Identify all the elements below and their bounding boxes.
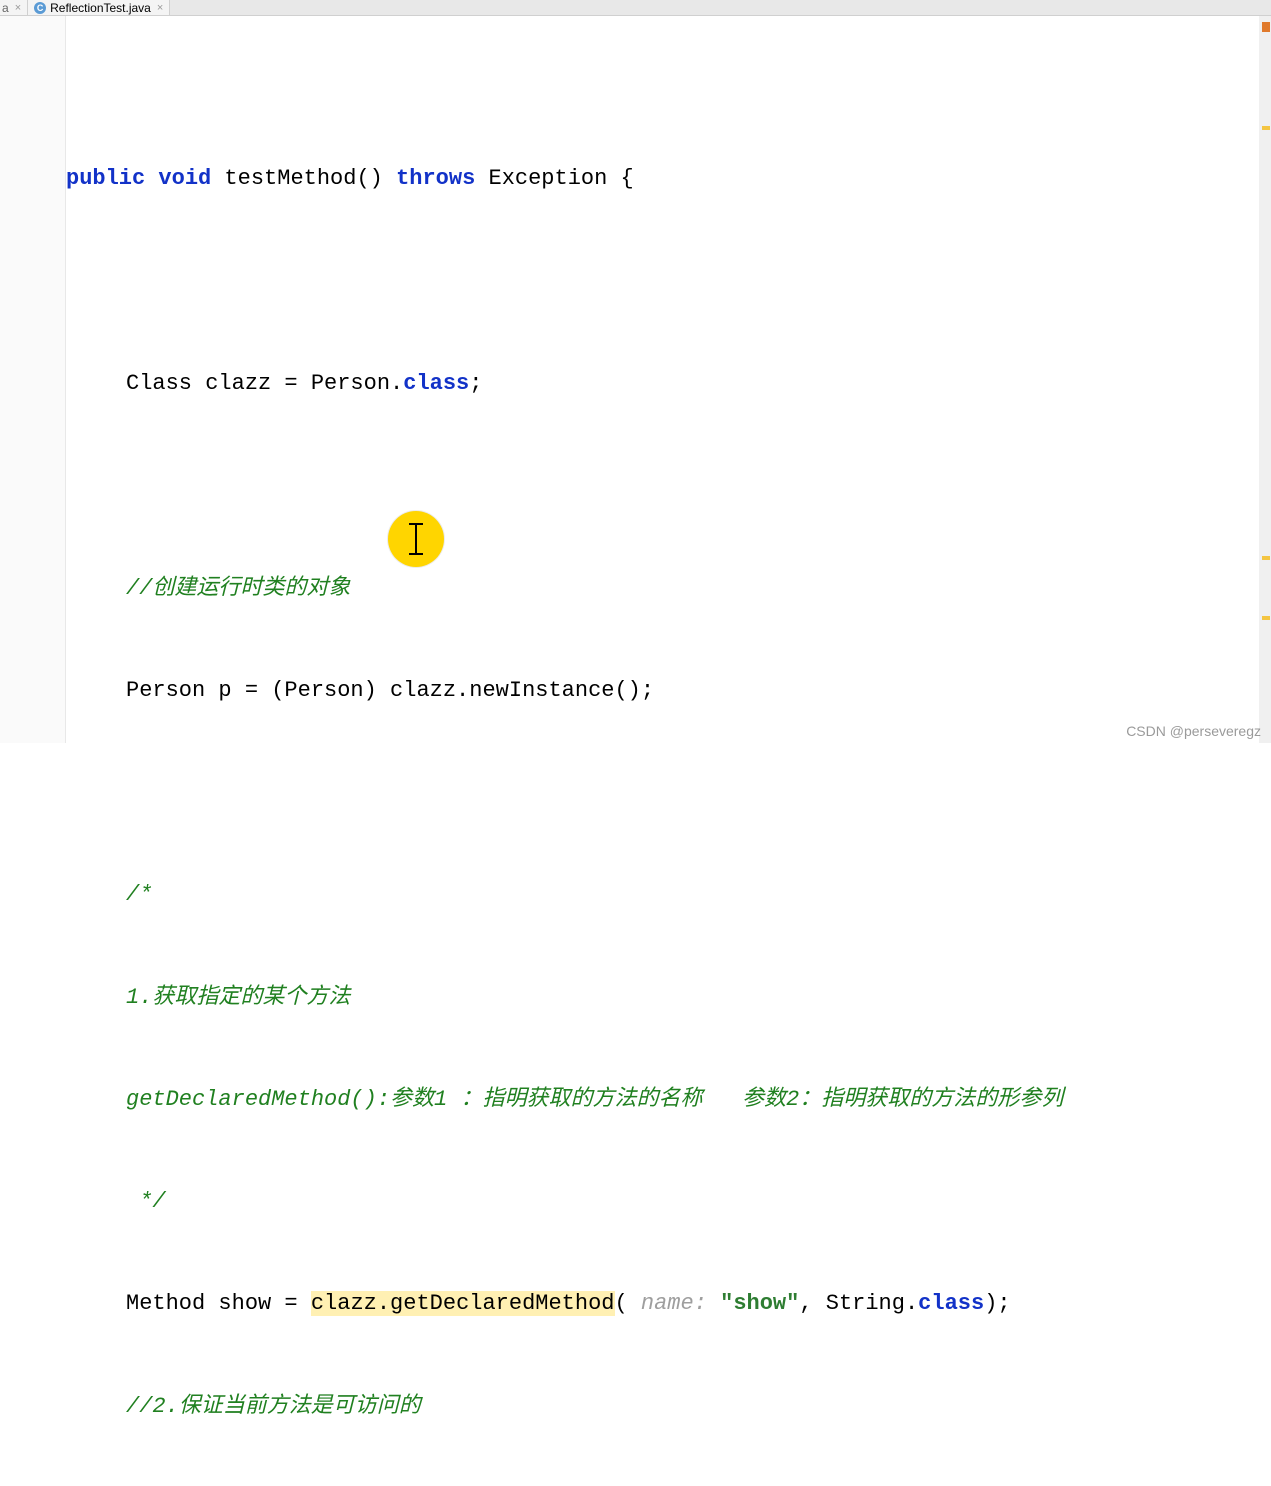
- code-line: Class clazz = Person.class;: [66, 367, 1271, 401]
- watermark: CSDN @perseveregz: [1126, 723, 1261, 739]
- close-icon[interactable]: ×: [15, 2, 21, 14]
- code-line: /*: [66, 878, 1271, 912]
- error-marker[interactable]: [1262, 22, 1270, 32]
- warning-marker[interactable]: [1262, 126, 1270, 130]
- tab-active[interactable]: C ReflectionTest.java ×: [28, 0, 170, 15]
- class-file-icon: C: [34, 2, 46, 14]
- code-line: [66, 265, 1271, 299]
- code-line: */: [66, 1185, 1271, 1219]
- close-icon[interactable]: ×: [157, 2, 163, 14]
- tab-partial[interactable]: a ×: [0, 0, 28, 15]
- code-line: //2.保证当前方法是可访问的: [66, 1390, 1271, 1424]
- warning-marker[interactable]: [1262, 556, 1270, 560]
- code-line: [66, 469, 1271, 503]
- code-line: getDeclaredMethod():参数1 ：指明获取的方法的名称 参数2：…: [66, 1083, 1271, 1117]
- code-line: [66, 776, 1271, 810]
- code-line: Method show = clazz.getDeclaredMethod( n…: [66, 1287, 1271, 1321]
- code-line: public void testMethod() throws Exceptio…: [66, 162, 1271, 196]
- code-editor[interactable]: public void testMethod() throws Exceptio…: [0, 16, 1271, 743]
- code-line: Person p = (Person) clazz.newInstance();: [66, 674, 1271, 708]
- gutter: [0, 16, 66, 743]
- code-line: //创建运行时类的对象: [66, 572, 1271, 606]
- tab-label: ReflectionTest.java: [50, 1, 151, 15]
- marker-stripe[interactable]: [1259, 16, 1271, 743]
- warning-marker[interactable]: [1262, 616, 1270, 620]
- tab-bar: a × C ReflectionTest.java ×: [0, 0, 1271, 16]
- tab-label: a: [2, 1, 9, 15]
- code-line: 1.获取指定的某个方法: [66, 981, 1271, 1015]
- cursor-highlight-icon: [388, 511, 444, 567]
